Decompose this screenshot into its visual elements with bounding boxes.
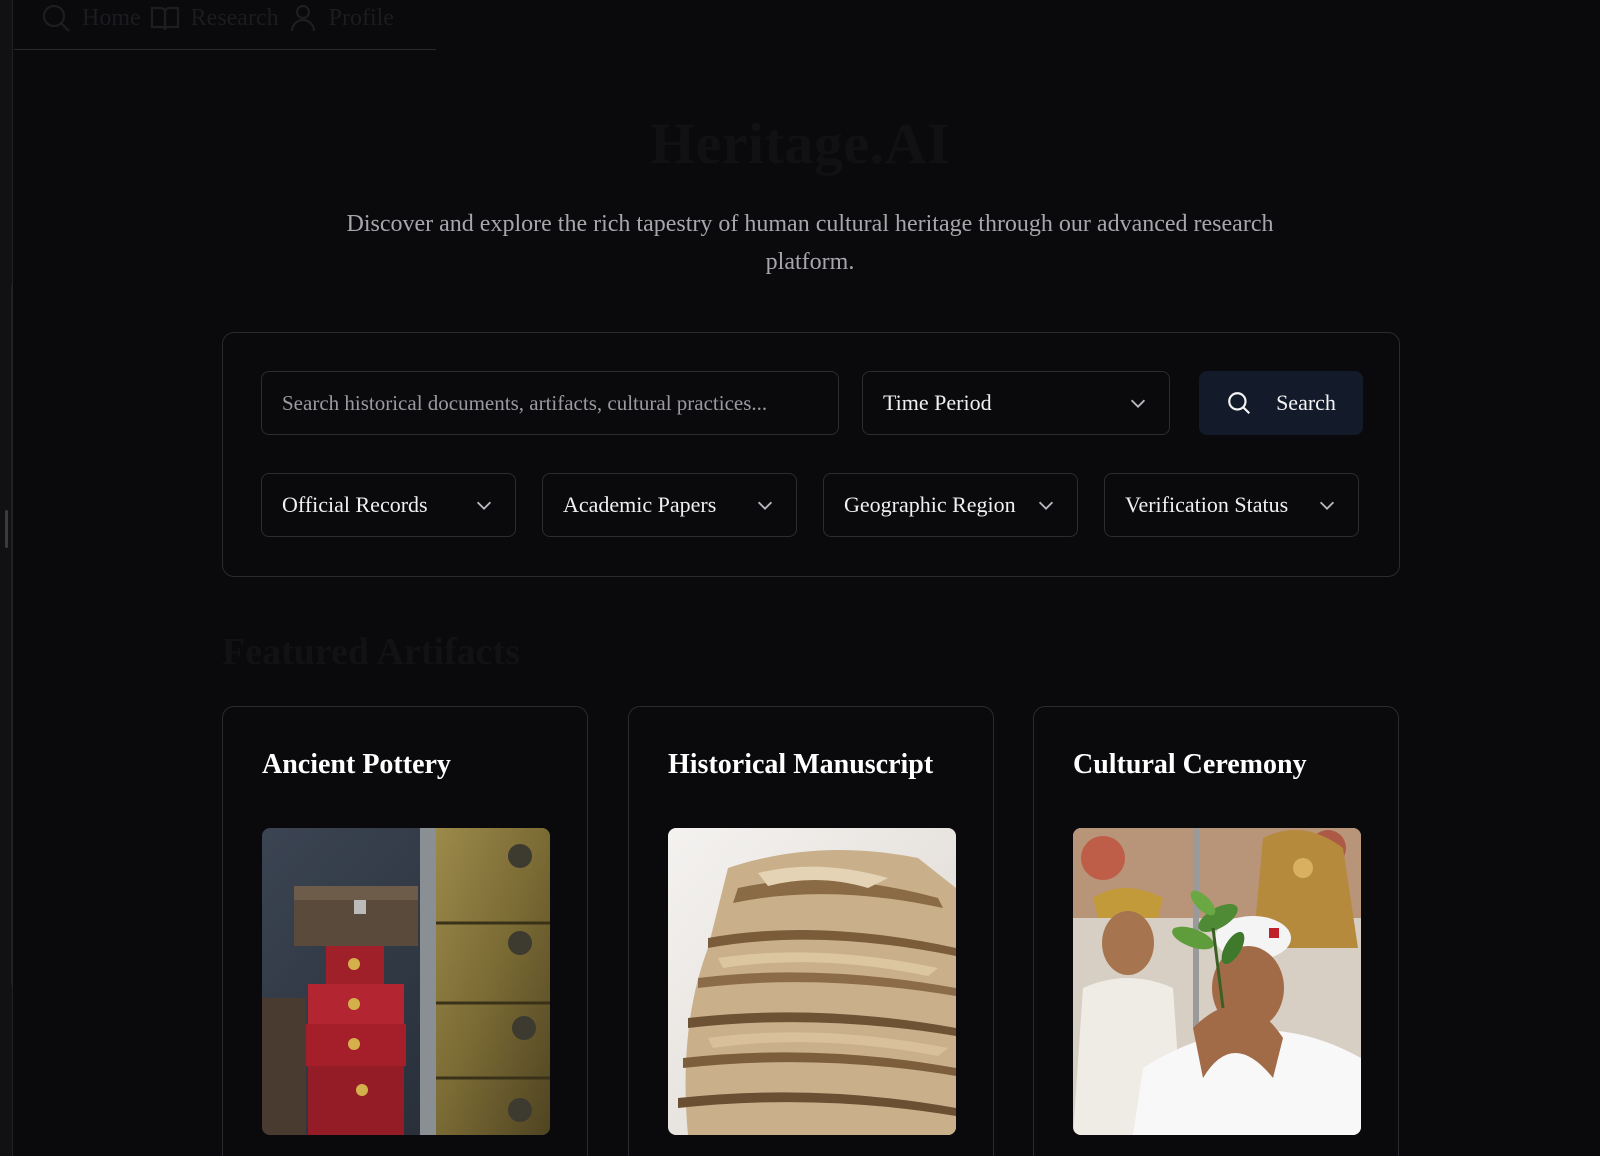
chevron-down-icon [757, 501, 773, 510]
resize-handle[interactable] [5, 510, 8, 548]
official-records-select[interactable]: Official Records [261, 473, 516, 537]
artifact-card[interactable]: Cultural Ceremony [1033, 706, 1399, 1156]
artifact-image [668, 828, 956, 1135]
page-subtitle: Discover and explore the rich tapestry o… [346, 211, 1274, 275]
search-panel: Time Period Search Official Records Acad… [222, 332, 1400, 577]
chevron-down-icon [1130, 399, 1146, 408]
search-button-label: Search [1276, 390, 1336, 415]
chevron-down-icon [1319, 501, 1335, 510]
artifact-card[interactable]: Ancient Pottery [222, 706, 588, 1156]
top-nav: Home Research Profile [14, 0, 436, 50]
nav-home[interactable]: Home [40, 2, 141, 34]
verification-status-select[interactable]: Verification Status [1104, 473, 1359, 537]
card-title: Ancient Pottery [262, 749, 451, 780]
academic-papers-select[interactable]: Academic Papers [542, 473, 797, 537]
time-period-select[interactable]: Time Period [862, 371, 1170, 435]
page-title: Heritage.AI [649, 111, 951, 176]
nav-profile[interactable]: Profile [287, 2, 394, 34]
card-title: Historical Manuscript [668, 749, 934, 780]
chevron-down-icon [476, 501, 492, 510]
nav-research[interactable]: Research [149, 2, 279, 34]
search-input[interactable] [261, 371, 839, 435]
filter-label: Academic Papers [563, 492, 717, 517]
time-period-label: Time Period [883, 390, 992, 415]
nav-home-label: Home [82, 4, 141, 31]
search-icon [1228, 392, 1251, 415]
divider [11, 285, 12, 985]
nav-profile-label: Profile [328, 4, 394, 31]
search-icon [42, 4, 70, 32]
artifact-card[interactable]: Historical Manuscript [628, 706, 994, 1156]
section-title: Featured Artifacts [222, 631, 520, 673]
card-title: Cultural Ceremony [1073, 749, 1307, 780]
search-button[interactable]: Search [1199, 371, 1363, 435]
user-icon [290, 4, 315, 32]
artifact-image [262, 828, 550, 1135]
book-icon [150, 6, 179, 31]
artifact-image [1073, 828, 1361, 1135]
nav-research-label: Research [190, 4, 279, 31]
filter-label: Geographic Region [844, 492, 1016, 517]
chevron-down-icon [1038, 501, 1054, 510]
filter-label: Verification Status [1125, 492, 1289, 517]
geographic-region-select[interactable]: Geographic Region [823, 473, 1078, 537]
filter-label: Official Records [282, 492, 428, 517]
